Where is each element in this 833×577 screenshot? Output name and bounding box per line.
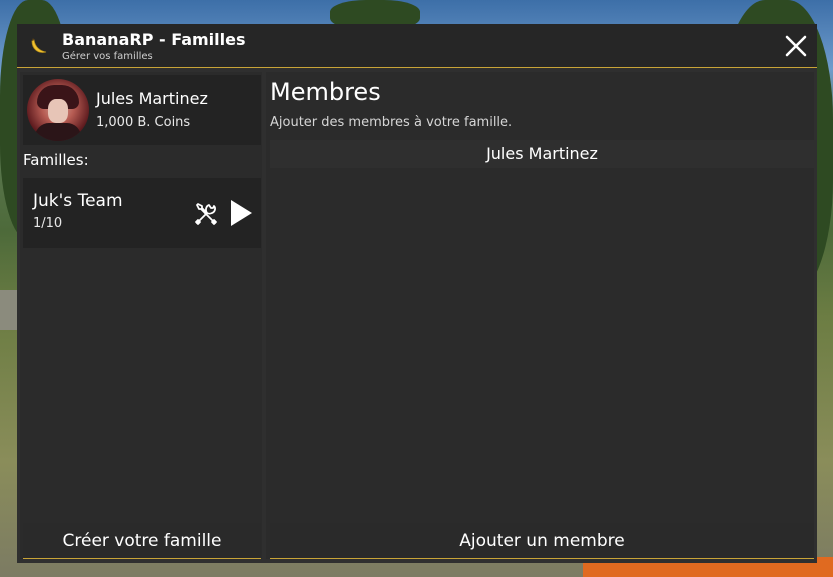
window-title: BananaRP - Familles — [62, 30, 246, 49]
families-window: BananaRP - Familles Gérer vos familles J… — [17, 24, 817, 563]
avatar — [27, 79, 89, 141]
tools-icon[interactable] — [192, 200, 220, 228]
window-subtitle: Gérer vos familles — [62, 51, 153, 62]
member-row[interactable]: Jules Martinez — [270, 140, 814, 168]
members-panel: Membres Ajouter des membres à votre fami… — [266, 72, 814, 559]
title-bar: BananaRP - Familles Gérer vos familles — [17, 24, 817, 68]
profile-name: Jules Martinez — [96, 89, 208, 108]
create-family-button[interactable]: Créer votre famille — [23, 523, 261, 559]
add-member-button[interactable]: Ajouter un membre — [270, 523, 814, 559]
page-title: Membres — [270, 78, 381, 106]
profile-card: Jules Martinez 1,000 B. Coins — [23, 75, 261, 145]
family-item[interactable]: Juk's Team 1/10 — [23, 178, 261, 248]
play-icon[interactable] — [228, 198, 254, 228]
families-label: Familles: — [23, 151, 89, 169]
close-icon[interactable] — [783, 33, 809, 59]
banana-icon — [31, 38, 47, 53]
family-member-count: 1/10 — [33, 216, 63, 231]
sidebar: Jules Martinez 1,000 B. Coins Familles: … — [20, 72, 262, 559]
page-subtitle: Ajouter des membres à votre famille. — [270, 115, 513, 130]
family-name: Juk's Team — [33, 191, 123, 211]
profile-coins: 1,000 B. Coins — [96, 115, 191, 130]
